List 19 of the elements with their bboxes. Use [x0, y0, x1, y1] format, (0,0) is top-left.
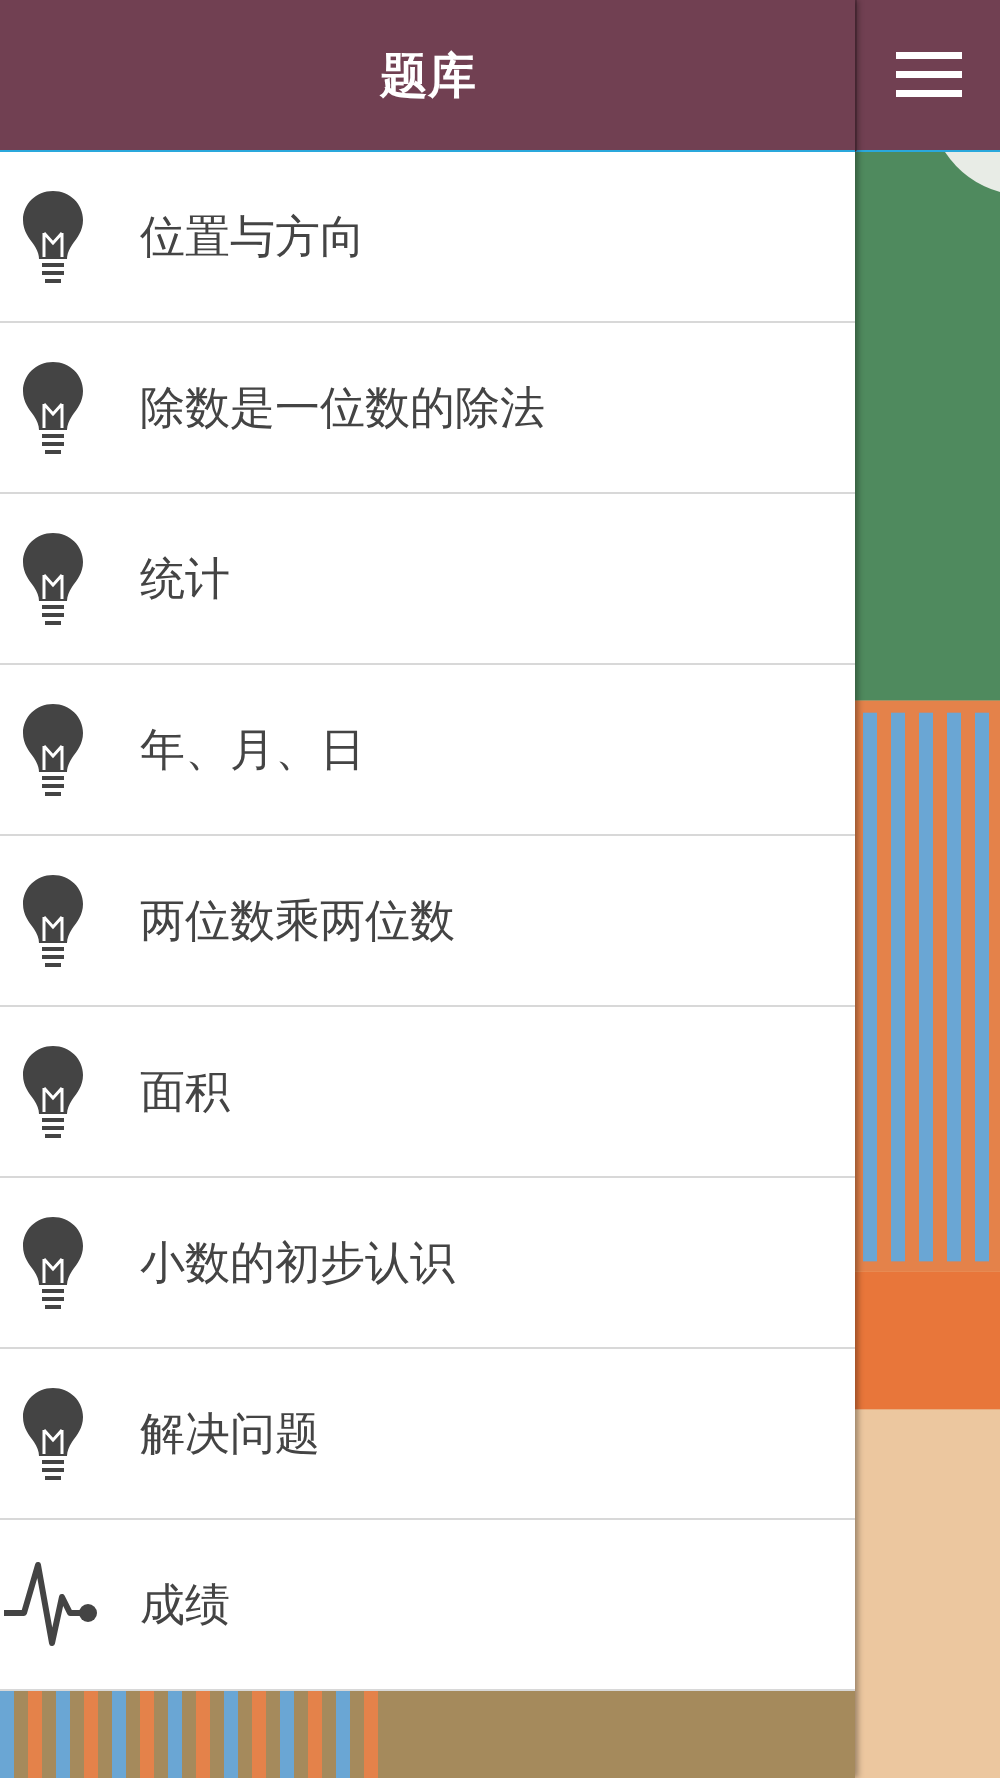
menu-item[interactable]: 解决问题: [0, 1349, 855, 1520]
lightbulb-icon: [20, 359, 86, 456]
menu-item[interactable]: 成绩: [0, 1520, 855, 1691]
menu-icon[interactable]: [895, 50, 962, 100]
menu-item[interactable]: 年、月、日: [0, 665, 855, 836]
lightbulb-icon: [20, 1385, 86, 1482]
menu-item[interactable]: 位置与方向: [0, 152, 855, 323]
lightbulb-icon: [20, 1214, 86, 1311]
menu-item[interactable]: 小数的初步认识: [0, 1178, 855, 1349]
menu-item[interactable]: 两位数乘两位数: [0, 836, 855, 1007]
lightbulb-icon: [20, 530, 86, 627]
menu-item[interactable]: 除数是一位数的除法: [0, 323, 855, 494]
menu-item[interactable]: 面积: [0, 1007, 855, 1178]
lightbulb-icon: [20, 1043, 86, 1140]
menu-item[interactable]: 统计: [0, 494, 855, 665]
lightbulb-icon: [20, 701, 86, 798]
lightbulb-icon: [20, 188, 86, 285]
lightbulb-icon: [20, 872, 86, 969]
header-title: 题库: [379, 46, 476, 105]
